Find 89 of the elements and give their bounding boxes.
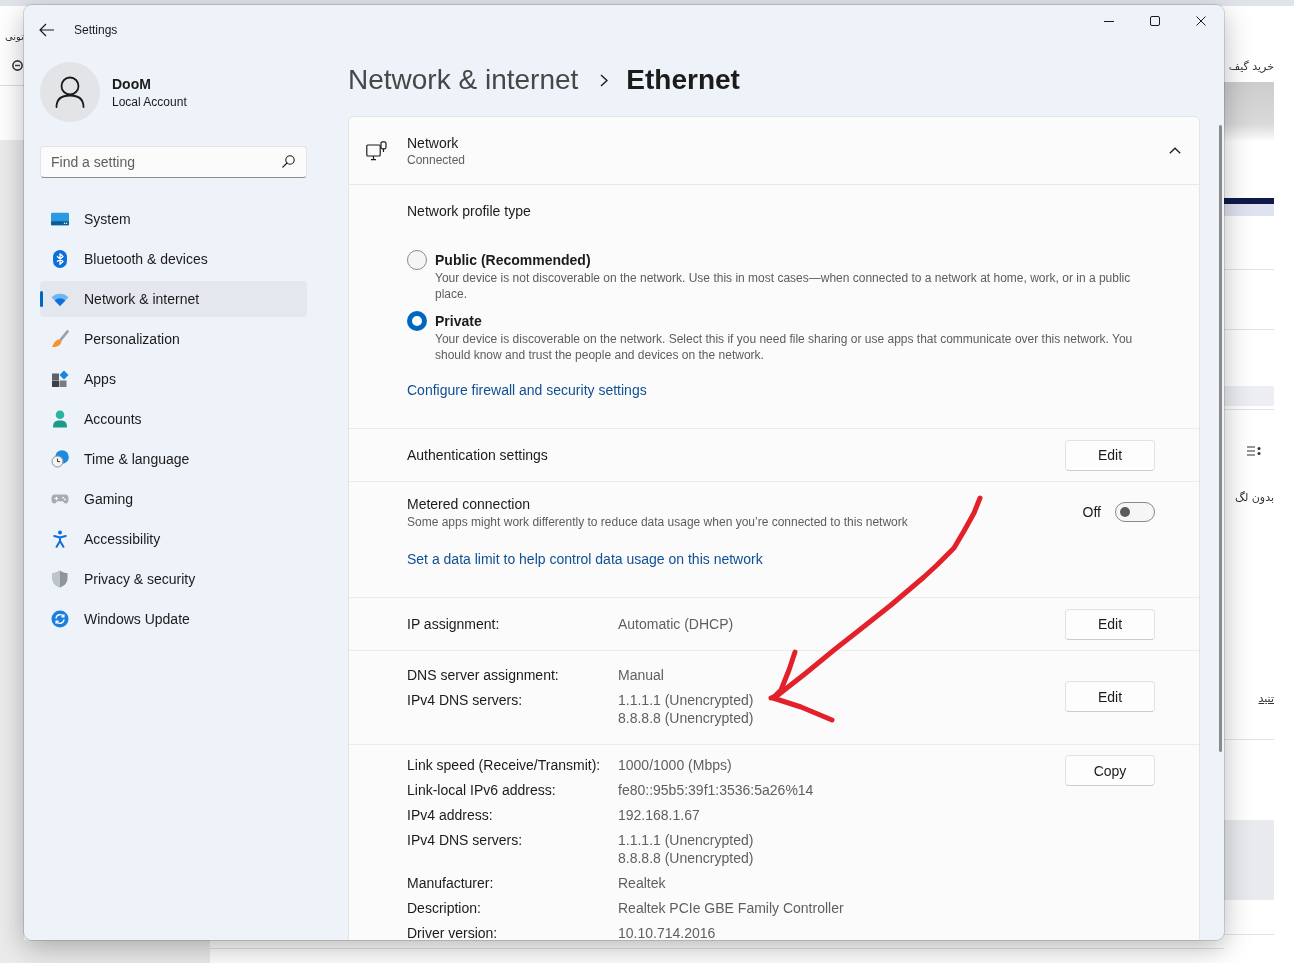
bluetooth-icon — [53, 250, 67, 268]
circle-icon[interactable] — [12, 60, 23, 71]
toggle-switch[interactable] — [1115, 502, 1155, 522]
property-value: 8.8.8.8 (Unencrypted) — [618, 709, 754, 727]
property-value: Manual — [618, 666, 664, 684]
banner-block — [1224, 82, 1274, 142]
sidebar-item[interactable]: Gaming — [40, 481, 307, 517]
background-text: تونی — [4, 30, 24, 44]
section-heading: Network profile type — [407, 202, 531, 221]
setting-label: Metered connection — [407, 495, 530, 514]
window-title: Settings — [74, 23, 118, 37]
user-name: DooM — [112, 74, 152, 93]
sidebar-item[interactable]: Privacy & security — [40, 561, 307, 597]
sidebar-item[interactable]: Time & language — [40, 441, 307, 477]
maximize-icon — [1150, 16, 1160, 26]
property-value: 1000/1000 (Mbps) — [618, 756, 732, 774]
accent-band — [1224, 204, 1274, 216]
globe-clock-icon — [51, 450, 69, 468]
network-name: Network — [407, 133, 460, 152]
minimize-icon — [1104, 20, 1114, 22]
property-value: 192.168.1.67 — [618, 806, 700, 824]
wifi-icon — [51, 292, 69, 306]
edit-button[interactable]: Edit — [1065, 681, 1155, 712]
property-value: 10.10.714.2016 — [618, 924, 716, 940]
avatar-icon — [40, 62, 100, 122]
radio-button[interactable] — [407, 250, 427, 270]
radio-label[interactable]: Private — [435, 311, 482, 331]
property-value: 1.1.1.1 (Unencrypted) — [618, 831, 754, 849]
sidebar-item[interactable]: Bluetooth & devices — [40, 241, 307, 277]
sidebar-item[interactable]: System — [40, 201, 307, 237]
sync-icon — [51, 610, 69, 628]
list-icon[interactable] — [1247, 446, 1261, 456]
property-value: Realtek — [618, 874, 666, 892]
firewall-settings-link[interactable]: Configure firewall and security settings — [407, 380, 647, 400]
copy-button[interactable]: Copy — [1065, 755, 1155, 786]
sidebar-item[interactable]: Network & internet — [40, 281, 307, 317]
option-description: Your device is not discoverable on the network. Use this in most cases—when connected to a network at home, work, or in a public place. — [435, 270, 1132, 302]
shield-icon — [52, 570, 68, 588]
property-label: Manufacturer: — [407, 874, 494, 892]
back-arrow-icon — [39, 23, 55, 37]
page-title: Ethernet — [626, 64, 740, 96]
breadcrumb-link[interactable]: Network & internet — [348, 64, 579, 96]
property-value: Realtek PCIe GBE Family Controller — [618, 899, 844, 917]
property-label: IPv4 DNS servers: — [407, 691, 523, 709]
sidebar-item[interactable]: Accounts — [40, 401, 307, 437]
close-icon — [1196, 16, 1206, 26]
background-text: خرید گیف — [1228, 59, 1274, 73]
property-label: DNS server assignment: — [407, 666, 559, 684]
property-label: Driver version: — [407, 924, 498, 940]
chevron-right-icon — [600, 73, 609, 87]
property-label: IP assignment: — [407, 615, 501, 634]
property-value: Automatic (DHCP) — [618, 615, 734, 634]
sidebar-item[interactable]: Windows Update — [40, 601, 307, 637]
setting-label: Authentication settings — [407, 446, 548, 465]
toggle-state-label: Off — [1082, 503, 1101, 522]
monitor-icon — [51, 212, 69, 226]
property-label: Link-local IPv6 address: — [407, 781, 556, 799]
gamepad-icon — [51, 493, 69, 505]
accent-bar — [1224, 198, 1274, 204]
account-type: Local Account — [112, 93, 187, 110]
property-label: IPv4 DNS servers: — [407, 831, 523, 849]
property-value: 8.8.8.8 (Unencrypted) — [618, 849, 754, 867]
property-label: Link speed (Receive/Transmit): — [407, 756, 601, 774]
property-label: Description: — [407, 899, 481, 917]
paintbrush-icon — [51, 330, 69, 348]
property-label: IPv4 address: — [407, 806, 493, 824]
radio-label[interactable]: Public (Recommended) — [435, 250, 591, 270]
sidebar-item[interactable]: Personalization — [40, 321, 307, 357]
sidebar-item[interactable]: Apps — [40, 361, 307, 397]
option-description: Your device is discoverable on the network. Select this if you need file sharing or use apps that communicate over this network. You should know and trust the people and devices on the network. — [435, 331, 1134, 363]
ethernet-monitor-icon — [366, 140, 387, 161]
data-limit-link[interactable]: Set a data limit to help control data usage on this network — [407, 549, 763, 569]
radio-button[interactable] — [407, 311, 427, 331]
sidebar-item[interactable]: Accessibility — [40, 521, 307, 557]
accessibility-icon — [53, 530, 67, 548]
apps-icon — [51, 370, 69, 388]
person-icon — [52, 410, 68, 428]
property-value: fe80::95b5:39f1:3536:5a26%14 — [618, 781, 814, 799]
connection-status: Connected — [407, 151, 466, 168]
edit-button[interactable]: Edit — [1065, 608, 1155, 640]
background-link[interactable]: تنید — [1258, 692, 1274, 705]
search-field[interactable]: Find a setting — [40, 146, 307, 178]
edit-button[interactable]: Edit — [1065, 439, 1155, 471]
chevron-up-icon[interactable] — [1169, 147, 1181, 154]
setting-description: Some apps might work differently to reduce data usage when you’re connected to this network — [407, 514, 908, 530]
scrollbar[interactable] — [1219, 125, 1222, 752]
search-icon[interactable] — [282, 155, 295, 168]
background-text: بدون لگ — [1235, 490, 1274, 504]
property-value: 1.1.1.1 (Unencrypted) — [618, 691, 754, 709]
